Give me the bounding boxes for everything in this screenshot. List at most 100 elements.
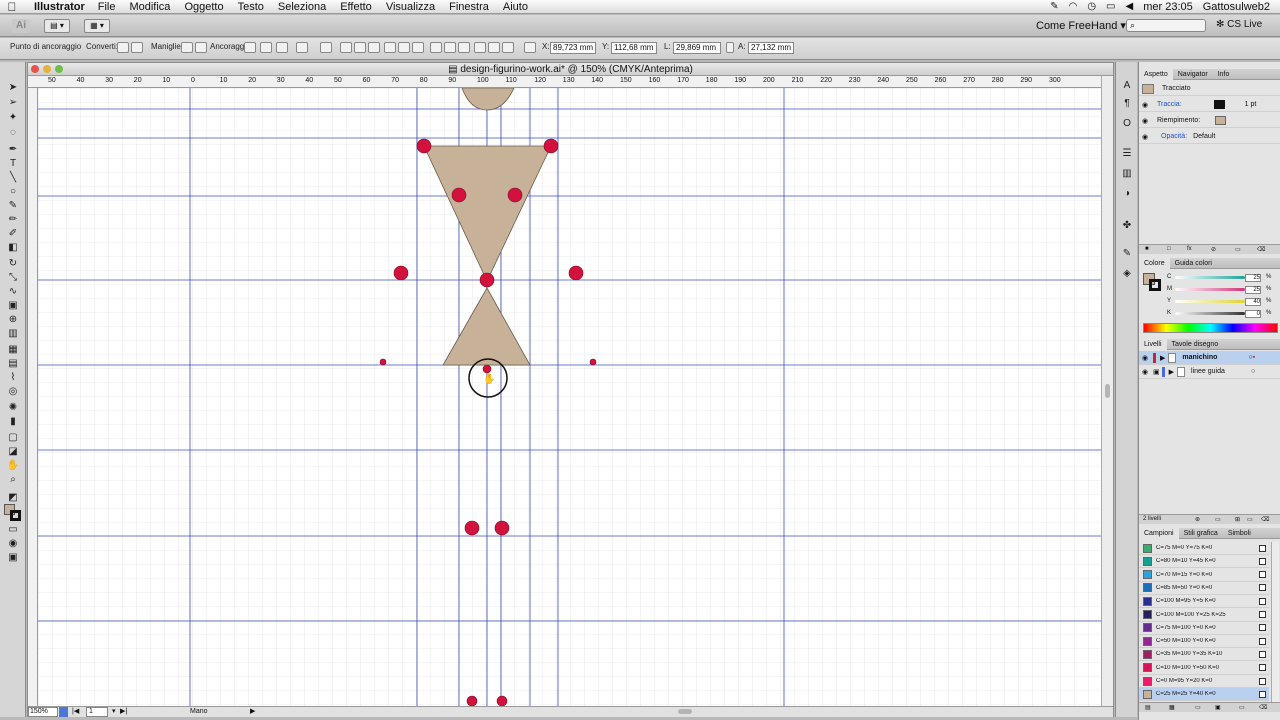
show-handles-button[interactable] — [181, 42, 193, 53]
zoom-tool-icon[interactable]: ⌕ — [5, 474, 21, 486]
minimize-icon[interactable] — [43, 65, 51, 73]
anchor-point[interactable] — [496, 695, 508, 706]
connect-anchors-button[interactable] — [260, 42, 272, 53]
brushes-panel-icon[interactable]: ✎ — [1120, 248, 1134, 260]
swatch-row[interactable]: C=0 M=95 Y=20 K=0 — [1139, 675, 1269, 688]
expand-layer-icon[interactable]: ▶ — [1169, 368, 1174, 376]
anchor-point[interactable] — [416, 138, 432, 154]
swatch-row[interactable]: C=50 M=100 Y=0 K=0 — [1139, 635, 1269, 649]
layer-row[interactable]: ◉ ▶ manichino ○ ▪ — [1139, 351, 1280, 365]
anchor-point[interactable] — [451, 187, 467, 203]
artboard-canvas[interactable]: ✋ — [38, 88, 1103, 706]
cut-path-button[interactable] — [276, 42, 288, 53]
hide-handles-button[interactable] — [195, 42, 207, 53]
align-to-button[interactable] — [320, 42, 332, 53]
convert-corner-button[interactable] — [117, 42, 129, 53]
align-bottom-button[interactable] — [412, 42, 424, 53]
channel-value-field[interactable]: 25 — [1245, 286, 1261, 294]
distribute-top-button[interactable] — [430, 42, 442, 53]
screen-mode-icon[interactable]: ▣ — [5, 552, 21, 564]
align-center-button[interactable] — [354, 42, 366, 53]
mesh-tool-icon[interactable]: ▦ — [5, 344, 21, 356]
new-stroke-icon[interactable]: ■ — [1145, 246, 1149, 252]
anchor-point[interactable] — [543, 138, 559, 154]
stroke-weight-value[interactable]: 1 pt — [1245, 101, 1257, 108]
tab-colore[interactable]: Colore — [1139, 257, 1170, 269]
layer-name[interactable]: manichino — [1182, 354, 1242, 361]
page-number-field[interactable]: 1 — [86, 707, 108, 717]
menu-app-name[interactable]: Illustrator — [34, 1, 85, 13]
swatches-scrollbar[interactable] — [1271, 542, 1279, 702]
align-left-button[interactable] — [340, 42, 352, 53]
color-stroke-proxy[interactable] — [1149, 279, 1161, 291]
default-colors-icon[interactable]: ◩ — [5, 492, 21, 504]
visibility-eye-icon[interactable]: ◉ — [1139, 368, 1151, 376]
menu-user[interactable]: Gattosulweb2 — [1203, 1, 1270, 13]
delete-swatch-icon[interactable]: ⌫ — [1259, 704, 1267, 711]
new-swatch-icon[interactable]: ▭ — [1239, 704, 1245, 711]
scale-tool-icon[interactable]: ⤡ — [5, 272, 21, 284]
free-transform-tool-icon[interactable]: ▣ — [5, 300, 21, 312]
shape-builder-tool-icon[interactable]: ⊕ — [5, 314, 21, 326]
swatch-row[interactable]: C=35 M=100 Y=35 K=10 — [1139, 648, 1269, 662]
appearance-stroke-row[interactable]: ◉ Traccia: 1 pt — [1139, 98, 1280, 112]
constrain-proportions-icon[interactable] — [726, 42, 734, 53]
swatch-row[interactable]: C=100 M=100 Y=25 K=25 — [1139, 609, 1269, 622]
clear-appearance-icon[interactable]: ⊘ — [1211, 246, 1216, 253]
status-icon[interactable]: ✎ — [1050, 1, 1058, 12]
vertical-scrollbar[interactable] — [1101, 76, 1113, 706]
fill-label[interactable]: Riempimento: — [1157, 117, 1200, 124]
anchor-point[interactable] — [466, 695, 478, 706]
tab-simboli[interactable]: Simboli — [1223, 528, 1256, 539]
swatch-row[interactable]: C=85 M=50 Y=0 K=0 — [1139, 582, 1269, 595]
distribute-middle-button[interactable] — [444, 42, 456, 53]
stroke-panel-icon[interactable]: ☰ — [1120, 148, 1134, 160]
pencil-tool-icon[interactable]: ✏ — [5, 214, 21, 226]
anchor-point[interactable] — [393, 265, 409, 281]
expand-layer-icon[interactable]: ▶ — [1160, 354, 1165, 362]
paragraph-panel-icon[interactable]: ¶ — [1120, 98, 1134, 110]
rotate-tool-icon[interactable]: ↻ — [5, 258, 21, 270]
magic-wand-tool-icon[interactable]: ✦ — [5, 112, 21, 124]
fill-swatch[interactable] — [1215, 116, 1227, 125]
menu-modifica[interactable]: Modifica — [129, 1, 170, 13]
menu-aiuto[interactable]: Aiuto — [503, 1, 528, 13]
tab-stili-grafica[interactable]: Stili grafica — [1179, 528, 1223, 539]
warp-tool-icon[interactable]: ∿ — [5, 286, 21, 298]
swatch-row[interactable]: C=75 M=100 Y=0 K=0 — [1139, 622, 1269, 635]
page-dropdown-icon[interactable]: ▾ — [112, 707, 116, 715]
selection-tool-icon[interactable]: ➤ — [5, 82, 21, 94]
anchor-point[interactable] — [479, 272, 495, 288]
artboard-tool-icon[interactable]: ▢ — [5, 432, 21, 444]
appearance-fill-row[interactable]: ◉ Riempimento: — [1139, 114, 1280, 128]
direct-selection-tool-icon[interactable]: ➢ — [5, 97, 21, 109]
eyedropper-tool-icon[interactable]: ⌇ — [5, 372, 21, 384]
distribute-bottom-button[interactable] — [458, 42, 470, 53]
clipping-mask-icon[interactable]: ▭ — [1215, 516, 1221, 523]
swatch-row[interactable]: C=25 M=25 Y=40 K=0 — [1139, 688, 1269, 702]
cs-live-button[interactable]: ✻ CS Live — [1216, 19, 1262, 30]
tab-tavole-disegno[interactable]: Tavole disegno — [1167, 339, 1224, 350]
layer-name[interactable]: linee guida — [1191, 368, 1251, 375]
close-icon[interactable] — [31, 65, 39, 73]
transparency-panel-icon[interactable]: ◑ — [1120, 188, 1134, 200]
layer-row[interactable]: ◉ ▣ ▶ linee guida ○ — [1139, 365, 1280, 379]
tab-livelli[interactable]: Livelli — [1139, 338, 1167, 350]
appearance-opacity-row[interactable]: ◉ Opacità: Default — [1139, 130, 1280, 144]
locate-object-icon[interactable]: ⊛ — [1195, 516, 1200, 523]
fx-icon[interactable]: fx — [1187, 246, 1192, 252]
symbols-panel-icon[interactable]: ✤ — [1120, 220, 1134, 232]
channel-value-field[interactable]: 25 — [1245, 274, 1261, 282]
new-color-group-icon[interactable]: ▣ — [1215, 704, 1221, 711]
anchor-point[interactable] — [494, 520, 510, 536]
type-tool-icon[interactable]: T — [5, 158, 21, 170]
vertical-ruler[interactable] — [28, 88, 38, 706]
color-spectrum-bar[interactable] — [1143, 323, 1278, 333]
menu-oggetto[interactable]: Oggetto — [184, 1, 223, 13]
channel-slider[interactable] — [1175, 300, 1245, 303]
lock-icon[interactable]: ▣ — [1153, 368, 1160, 376]
pen-tool-icon[interactable]: ✒ — [5, 144, 21, 156]
display-icon[interactable]: ▭ — [1106, 1, 1115, 12]
x-field[interactable]: 89,723 mm — [550, 42, 596, 54]
swatch-libraries-icon[interactable]: ▤ — [1145, 704, 1151, 711]
